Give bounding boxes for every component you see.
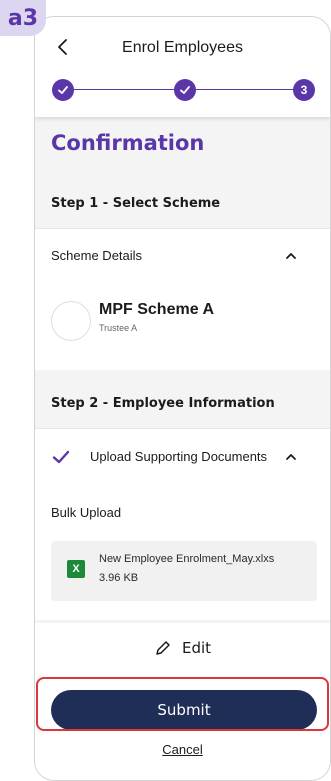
scheme-logo — [51, 301, 91, 341]
confirmation-heading: Confirmation — [51, 131, 205, 155]
pencil-icon — [154, 639, 172, 657]
step-1-title: Step 1 - Select Scheme — [51, 196, 221, 211]
bulk-upload-label: Bulk Upload — [51, 505, 122, 520]
edit-label: Edit — [181, 639, 212, 657]
chevron-up-icon — [285, 251, 297, 261]
upload-documents-label: Upload Supporting Documents — [90, 449, 268, 464]
scheme-details-label: Scheme Details — [51, 248, 143, 263]
step-2-title: Step 2 - Employee Information — [51, 396, 275, 411]
scheme-card: MPF Scheme A Trustee A — [35, 283, 330, 370]
page-title: Enrol Employees — [122, 39, 243, 56]
scheme-details-toggle[interactable]: Scheme Details — [35, 228, 330, 283]
step-2-complete-icon — [174, 79, 196, 101]
file-size: 3.96 KB — [99, 572, 139, 584]
annotation-badge: a3 — [0, 0, 46, 36]
chevron-up-icon — [285, 452, 297, 462]
file-name: New Employee Enrolment_May.xlxs — [99, 553, 275, 565]
step-3-current: 3 — [293, 79, 315, 101]
edit-button[interactable]: Edit — [35, 623, 330, 673]
uploaded-file-card[interactable]: X New Employee Enrolment_May.xlxs 3.96 K… — [51, 541, 317, 601]
excel-file-icon: X — [67, 560, 85, 578]
upload-documents-toggle[interactable]: Upload Supporting Documents — [35, 428, 330, 484]
scheme-name: MPF Scheme A — [99, 301, 214, 318]
app-header: Enrol Employees 3 — [35, 17, 330, 117]
trustee-name: Trustee A — [99, 323, 138, 333]
submit-button[interactable]: Submit — [51, 690, 317, 730]
upload-section: Bulk Upload X New Employee Enrolment_May… — [35, 484, 330, 620]
check-icon — [51, 449, 71, 465]
bottom-actions: Submit Cancel — [35, 670, 330, 780]
phone-screen: Enrol Employees 3 Confirmation Step 1 - … — [34, 16, 331, 781]
cancel-link[interactable]: Cancel — [35, 742, 330, 757]
step-1-complete-icon — [52, 79, 74, 101]
